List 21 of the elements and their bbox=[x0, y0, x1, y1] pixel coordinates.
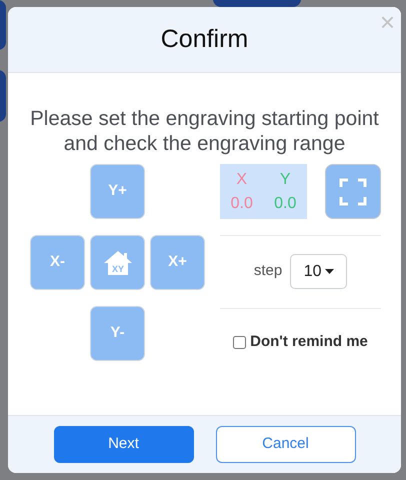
jog-button[interactable]: Y+ bbox=[90, 164, 145, 220]
home-button[interactable]: XY bbox=[90, 235, 145, 290]
coordinate-value: 0.0 bbox=[274, 194, 296, 214]
message-text: Please set the engraving starting point and check the engraving range bbox=[29, 107, 380, 156]
step-label: step bbox=[254, 261, 282, 282]
caret-icon bbox=[324, 269, 334, 274]
axis-label: Y bbox=[280, 170, 291, 190]
close-button[interactable]: × bbox=[378, 9, 397, 35]
dialog-title: Confirm bbox=[160, 24, 248, 55]
remind-checkbox[interactable] bbox=[233, 336, 246, 349]
home-icon: XY bbox=[102, 250, 132, 276]
checkbox-label: Don't remind me bbox=[250, 332, 368, 352]
axis-label: X bbox=[236, 170, 248, 190]
fullscreen-icon bbox=[339, 178, 367, 206]
next-button[interactable]: Next bbox=[54, 426, 194, 463]
step-dropdown[interactable]: 10 bbox=[290, 254, 348, 290]
jog-button[interactable]: X+ bbox=[150, 235, 205, 290]
jog-button[interactable]: Y- bbox=[90, 306, 145, 362]
cancel-button[interactable]: Cancel bbox=[216, 426, 356, 463]
coordinate-value: 0.0 bbox=[230, 194, 253, 214]
jog-button[interactable]: X- bbox=[30, 235, 85, 290]
